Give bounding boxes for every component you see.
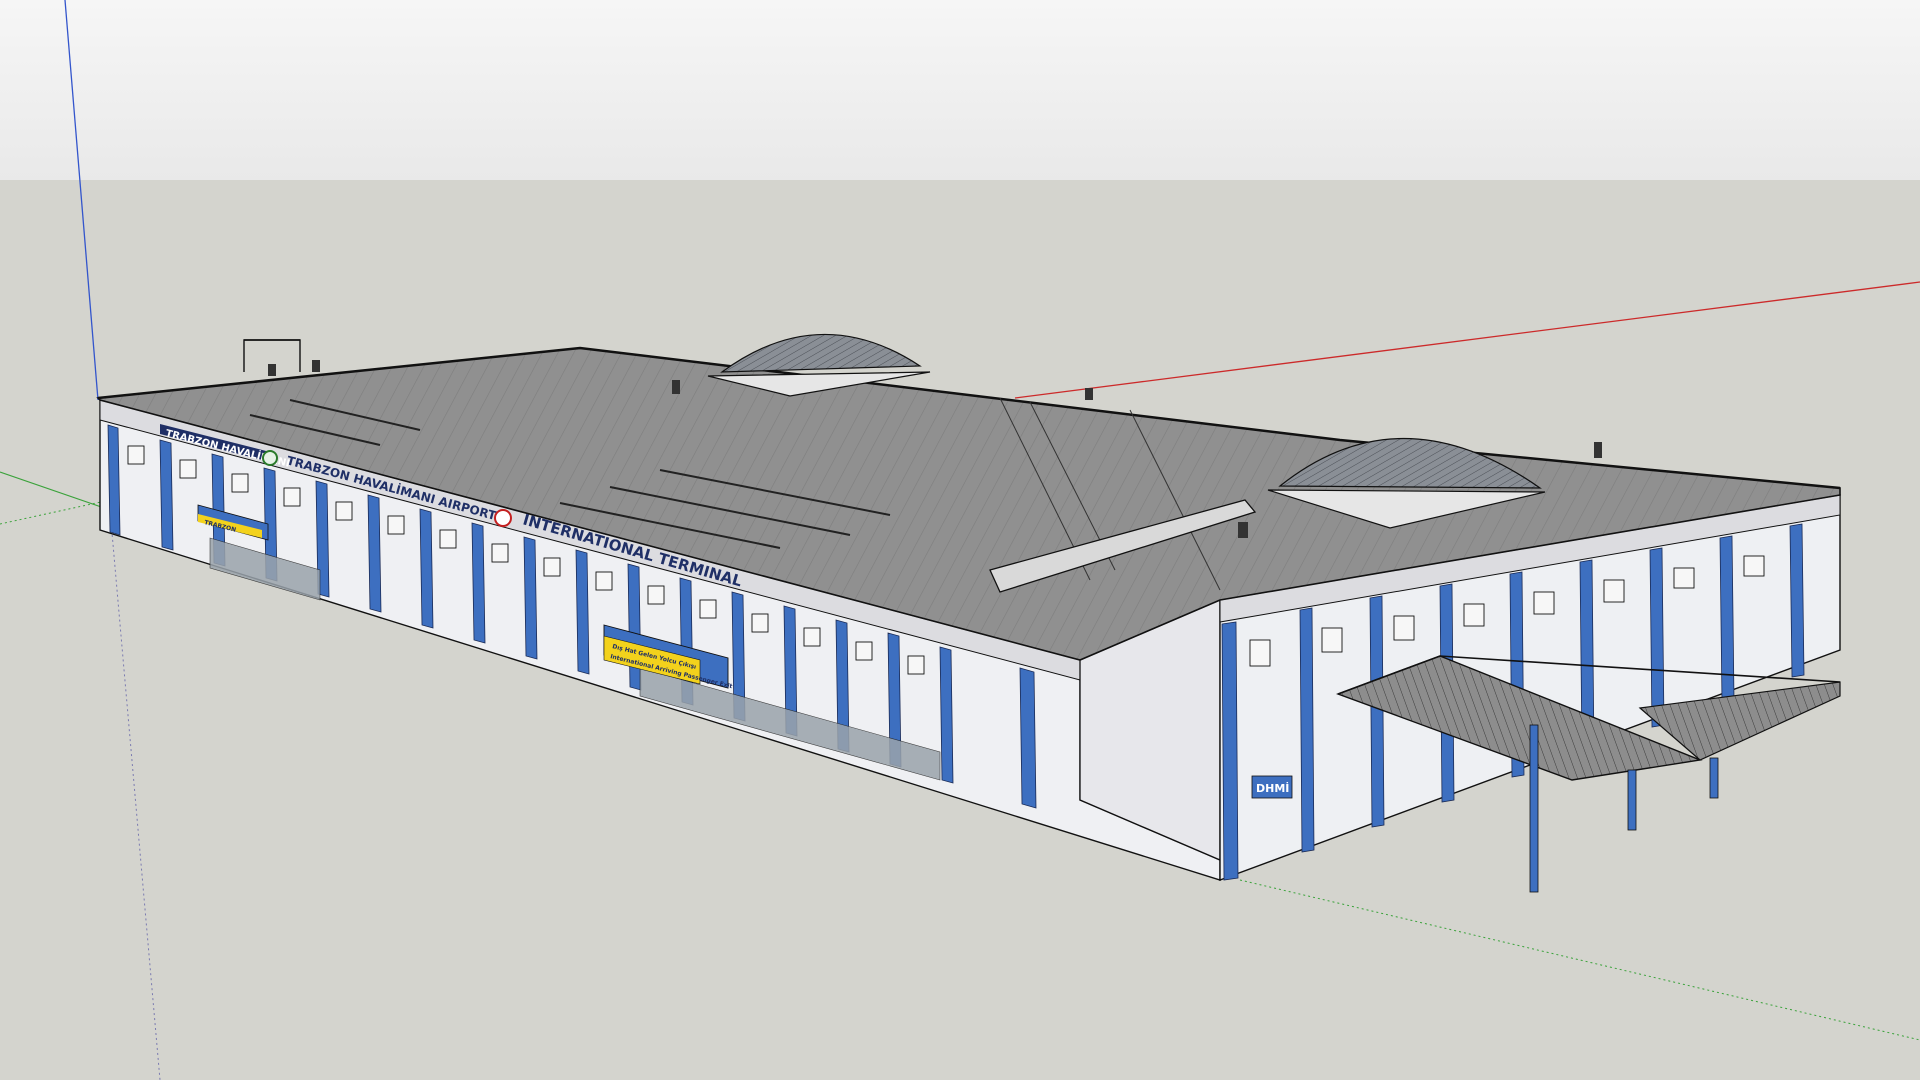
sky: [0, 0, 1920, 180]
sketchup-viewport[interactable]: DHMİ TRABZON HAVALİMANI TRABZON HAVALİMA…: [0, 0, 1920, 1080]
logo-red-seal: [494, 509, 512, 527]
logo-green-seal: [262, 450, 278, 466]
dhmi-label: DHMİ: [1256, 781, 1289, 795]
3d-model-view[interactable]: DHMİ TRABZON HAVALİMANI TRABZON HAVALİMA…: [0, 0, 1920, 1080]
